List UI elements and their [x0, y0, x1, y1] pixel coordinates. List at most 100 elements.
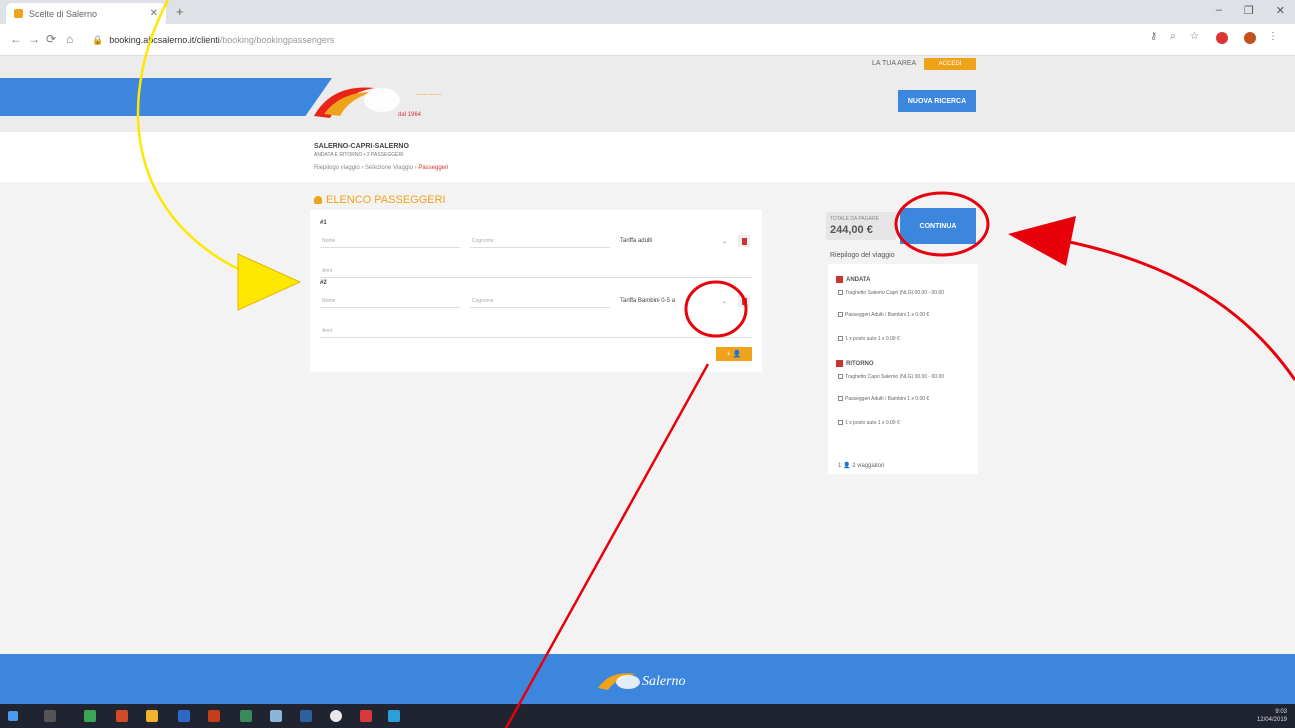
minimize-button[interactable]: – — [1216, 4, 1222, 17]
app-icon[interactable] — [270, 710, 282, 722]
logo-tagline: dal 1964 — [398, 112, 422, 118]
login-button[interactable]: ACCEDI — [924, 58, 976, 70]
checkbox-icon — [838, 290, 843, 296]
yellow-arrowhead-icon — [237, 253, 302, 311]
chrome-icon[interactable] — [330, 710, 342, 722]
tariff-select[interactable]: Tariffa Bambini 0-5 a — [620, 294, 700, 308]
extension-icon[interactable] — [1216, 32, 1228, 44]
breadcrumb-current: Passeggeri — [418, 165, 449, 171]
total-label: TOTALE DA PAGARE — [830, 216, 879, 222]
summary-line: Passeggeri Adulti / Bambini 1 x 0.00 € — [838, 312, 968, 319]
app-icon[interactable] — [388, 710, 400, 722]
tab-title: Scelte di Salerno — [29, 8, 98, 19]
first-name-input[interactable]: Nome — [320, 294, 460, 308]
passengers-section-title: ELENCO PASSEGGERI — [314, 194, 446, 206]
delete-passenger-button[interactable] — [738, 295, 750, 307]
breadcrumb-item[interactable]: Selezione Viaggio — [365, 165, 413, 171]
browser-tab[interactable]: Scelte di Salerno ✕ — [6, 3, 166, 24]
continue-button[interactable]: CONTINUA — [900, 208, 976, 244]
app-icon[interactable] — [208, 710, 220, 722]
svg-text:—— ——: —— —— — [416, 92, 442, 98]
breadcrumb-item[interactable]: Riepilogo viaggio — [314, 165, 360, 171]
summary-line: Traghetto Salerno Capri (NLG) 00.00 - 00… — [838, 290, 968, 297]
app-icon[interactable] — [360, 710, 372, 722]
total-value: 244,00 € — [830, 224, 873, 236]
passenger-number: #2 — [320, 280, 327, 286]
passenger-list: #1 Nome Cognome Tariffa adulti ⌄ Anni #2… — [310, 210, 762, 372]
chevron-down-icon[interactable]: ⌄ — [722, 298, 727, 305]
maximize-button[interactable]: ❐ — [1244, 4, 1254, 17]
total-box: TOTALE DA PAGARE 244,00 € — [826, 212, 896, 240]
task-view-icon[interactable] — [44, 710, 56, 722]
section-marker-icon — [836, 276, 843, 283]
lock-icon: 🔒 — [92, 34, 104, 45]
surname-input[interactable]: Cognome — [470, 294, 610, 308]
url-field[interactable]: 🔒 booking.abcsalerno.it/clienti /booking… — [92, 30, 1132, 50]
checkbox-icon — [838, 336, 843, 342]
close-tab-icon[interactable]: ✕ — [150, 8, 158, 19]
delete-passenger-button[interactable] — [738, 235, 750, 247]
summary-line-text: Traghetto Salerno Capri (NLG) 00.00 - 00… — [845, 290, 945, 296]
red-curved-arrow — [1059, 238, 1295, 381]
clock-date: 12/04/2019 — [1256, 717, 1287, 723]
app-icon[interactable] — [116, 710, 128, 722]
user-icon — [314, 196, 322, 204]
age-input[interactable]: Anni — [320, 264, 752, 278]
forward-icon[interactable]: → — [28, 32, 40, 46]
site-header: —— —— dal 1964 LA TUA AREA ACCEDI NUOVA … — [0, 56, 1295, 132]
brand-logo[interactable]: —— —— — [312, 78, 472, 120]
checkbox-icon — [838, 396, 843, 402]
back-icon[interactable]: ← — [10, 32, 22, 46]
summary-line-text: Passeggeri Adulti / Bambini 1 x 0.00 € — [845, 396, 930, 402]
new-search-button[interactable]: NUOVA RICERCA — [898, 90, 976, 112]
app-icon[interactable] — [240, 710, 252, 722]
close-window-button[interactable]: ✕ — [1276, 4, 1285, 17]
favicon-icon — [14, 9, 23, 18]
section-title-text: RITORNO — [846, 360, 874, 367]
first-name-input[interactable]: Nome — [320, 234, 460, 248]
footer-logo-text: Salerno — [642, 674, 686, 689]
checkbox-icon — [838, 312, 843, 318]
address-bar: ← → ⟳ ⌂ 🔒 booking.abcsalerno.it/clienti … — [0, 24, 1295, 56]
trash-icon — [741, 297, 747, 305]
red-arrowhead-icon — [1008, 216, 1076, 266]
summary-footer: 1 👤 2 viaggiatori — [838, 463, 885, 469]
menu-icon[interactable]: ⋮ — [1268, 31, 1278, 42]
profile-avatar-icon[interactable] — [1244, 32, 1256, 44]
tariff-select[interactable]: Tariffa adulti — [620, 234, 700, 248]
explorer-icon[interactable] — [146, 710, 158, 722]
zoom-icon[interactable]: ⌕ — [1170, 31, 1176, 42]
summary-line: 1 x posto auto 1 x 0.00 € — [838, 420, 968, 427]
user-area-link[interactable]: LA TUA AREA — [872, 60, 916, 67]
browser-tabbar: Scelte di Salerno ✕ + – ❐ ✕ — [0, 0, 1295, 24]
summary-line-text: Passeggeri Adulti / Bambini 1 x 0.00 € — [845, 312, 930, 318]
new-tab-button[interactable]: + — [176, 4, 184, 19]
trip-info-band: SALERNO-CAPRI-SALERNO ANDATA E RITORNO •… — [0, 132, 1295, 182]
clock-time: 9:03 — [1275, 709, 1287, 715]
home-icon[interactable]: ⌂ — [66, 32, 73, 46]
start-icon[interactable] — [8, 711, 18, 721]
surname-input[interactable]: Cognome — [470, 234, 610, 248]
app-icon[interactable] — [178, 710, 190, 722]
key-icon[interactable]: ⚷ — [1150, 31, 1157, 42]
add-passenger-button[interactable]: + 👤 — [716, 347, 752, 361]
checkbox-icon — [838, 420, 843, 426]
star-icon[interactable]: ☆ — [1190, 31, 1199, 42]
app-icon[interactable] — [300, 710, 312, 722]
chevron-down-icon[interactable]: ⌄ — [722, 238, 727, 245]
section-title-text: ANDATA — [846, 276, 871, 283]
app-icon[interactable] — [84, 710, 96, 722]
age-input[interactable]: Anni — [320, 324, 752, 338]
summary-line-text: 1 x posto auto 1 x 0.00 € — [845, 336, 900, 342]
summary-line: Traghetto Capri Salerno (NLG) 00.00 - 00… — [838, 374, 968, 381]
window-controls: – ❐ ✕ — [1216, 4, 1285, 17]
breadcrumb: Riepilogo viaggio › Selezione Viaggio › … — [314, 165, 449, 171]
system-tray[interactable]: 9:03 12/04/2019 — [1257, 708, 1287, 724]
reload-icon[interactable]: ⟳ — [46, 32, 56, 46]
url-path: /booking/bookingpassengers — [219, 35, 335, 45]
trash-icon — [741, 237, 747, 245]
passengers-title-text: ELENCO PASSEGGERI — [326, 194, 446, 206]
trip-summary-card: ANDATA Traghetto Salerno Capri (NLG) 00.… — [828, 264, 978, 474]
footer-logo: Salerno — [598, 673, 686, 690]
summary-line-text: Traghetto Capri Salerno (NLG) 00.00 - 00… — [845, 374, 945, 380]
